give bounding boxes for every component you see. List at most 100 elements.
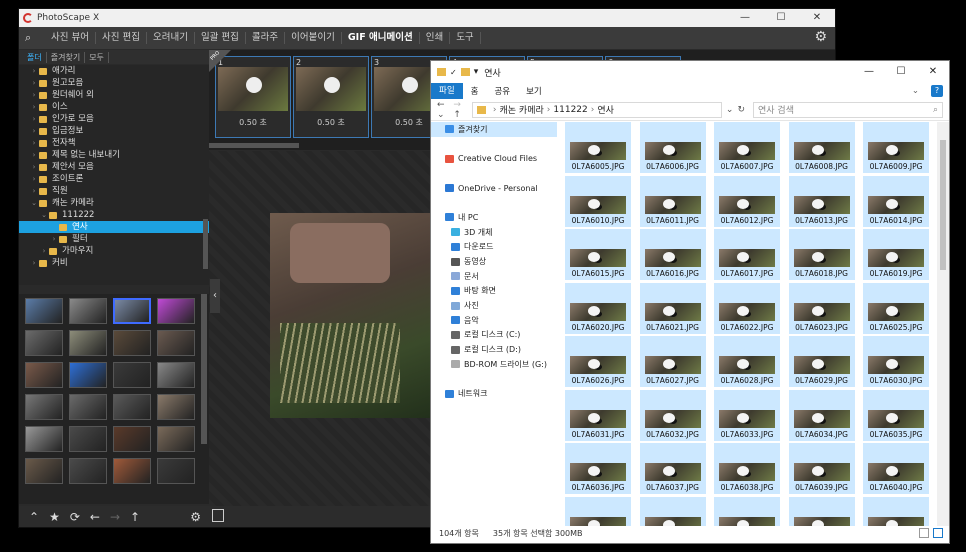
back-arrow-icon[interactable]: ← [90, 510, 100, 524]
nav-item[interactable]: 로컬 디스크 (D:) [431, 342, 557, 357]
breadcrumb-item[interactable]: 캐논 카메라 [500, 103, 544, 116]
file-item[interactable]: 0L7A6034.JPG [788, 389, 855, 441]
nav-item[interactable]: 로컬 디스크 (C:) [431, 328, 557, 343]
file-item[interactable]: 0L7A6035.JPG [863, 389, 929, 441]
collapse-up-icon[interactable]: ⌃ [29, 510, 39, 524]
refresh-icon[interactable]: ⟳ [70, 510, 80, 524]
file-item[interactable] [714, 496, 780, 526]
breadcrumb-chevron-icon[interactable]: › [493, 105, 497, 115]
settings-gear-icon[interactable]: ⚙ [190, 510, 201, 524]
photo-thumbnail[interactable] [69, 394, 107, 420]
menu-item[interactable]: GIF 애니메이션 [342, 32, 420, 44]
photo-thumbnail[interactable] [157, 458, 195, 484]
tree-item[interactable]: › 입금정보 [19, 125, 209, 137]
new-folder-icon[interactable] [460, 68, 470, 76]
nav-item[interactable]: OneDrive - Personal [431, 181, 557, 196]
nav-item[interactable]: BD-ROM 드라이브 (G:) [431, 357, 557, 372]
forward-arrow-icon[interactable]: → [453, 100, 461, 110]
file-item[interactable]: 0L7A6027.JPG [639, 336, 706, 387]
file-item[interactable]: 0L7A6026.JPG [565, 336, 631, 387]
file-grid-scrollbar[interactable] [937, 122, 949, 526]
settings-gear-icon[interactable]: ⚙ [814, 29, 827, 45]
chevron-right-icon[interactable]: › [29, 125, 39, 137]
photo-thumbnail[interactable] [69, 362, 107, 388]
menu-item[interactable]: 사진 편집 [96, 32, 147, 44]
file-item[interactable]: 0L7A6030.JPG [863, 336, 929, 387]
tree-item[interactable]: › 커비 [19, 257, 209, 269]
file-item[interactable]: 0L7A6013.JPG [788, 175, 855, 227]
tab-share[interactable]: 공유 [486, 85, 518, 97]
file-item[interactable]: 0L7A6037.JPG [639, 443, 706, 494]
chevron-right-icon[interactable]: › [29, 77, 39, 89]
tab-home[interactable]: 홈 [463, 85, 487, 97]
chevron-right-icon[interactable]: › [29, 89, 39, 101]
nav-item[interactable]: 동영상 [431, 254, 557, 269]
tree-item[interactable]: › 애가리 [19, 65, 209, 77]
photo-thumbnail[interactable] [113, 330, 151, 356]
file-item[interactable] [639, 496, 706, 526]
nav-item[interactable]: Creative Cloud Files [431, 151, 557, 166]
photo-thumbnail[interactable] [113, 458, 151, 484]
tree-scrollbar[interactable] [203, 219, 208, 269]
file-item[interactable] [565, 496, 631, 526]
file-item[interactable]: 0L7A6010.JPG [565, 175, 631, 227]
file-item[interactable]: 0L7A6025.JPG [863, 282, 929, 334]
tree-item[interactable]: › 전자책 [19, 137, 209, 149]
minimize-button[interactable]: — [727, 9, 763, 27]
tab-all[interactable]: 모두 [85, 51, 109, 63]
close-button[interactable]: ✕ [917, 61, 949, 83]
thumbnail-scrollbar[interactable] [201, 294, 207, 444]
tree-item[interactable]: › 원고모음 [19, 77, 209, 89]
file-item[interactable]: 0L7A6021.JPG [639, 282, 706, 334]
file-item[interactable]: 0L7A6033.JPG [714, 389, 780, 441]
search-input[interactable]: 연사 검색 ⌕ [753, 101, 943, 118]
help-icon[interactable]: ? [931, 85, 943, 97]
photo-thumbnail[interactable] [25, 298, 63, 324]
large-icons-view-icon[interactable] [933, 528, 943, 538]
file-item[interactable]: 0L7A6032.JPG [639, 389, 706, 441]
minimize-button[interactable]: — [853, 61, 885, 83]
photo-thumbnail[interactable] [113, 362, 151, 388]
tree-item[interactable]: › 필터 [19, 233, 209, 245]
tree-item[interactable]: › 직원 [19, 185, 209, 197]
tab-folder[interactable]: 폴더 [23, 51, 47, 63]
refresh-icon[interactable]: ↻ [737, 105, 745, 115]
tree-item[interactable]: › 가마우지 [19, 245, 209, 257]
breadcrumb-item[interactable]: 연사 [597, 103, 614, 116]
file-item[interactable]: 0L7A6029.JPG [788, 336, 855, 387]
photo-thumbnail[interactable] [25, 362, 63, 388]
photo-thumbnail[interactable] [25, 330, 63, 356]
photo-thumbnail[interactable] [157, 394, 195, 420]
chevron-right-icon[interactable]: › [29, 137, 39, 149]
photo-thumbnail[interactable] [69, 330, 107, 356]
quick-access-dropdown-icon[interactable]: ▾ [474, 67, 479, 77]
file-item[interactable]: 0L7A6038.JPG [714, 443, 780, 494]
nav-item[interactable]: 즐겨찾기 [431, 122, 557, 137]
nav-item[interactable]: 문서 [431, 269, 557, 284]
file-item[interactable]: 0L7A6019.JPG [863, 229, 929, 280]
frame-duration[interactable]: 0.50 초 [294, 117, 368, 128]
chevron-right-icon[interactable]: › [29, 113, 39, 125]
photo-thumbnail[interactable] [69, 458, 107, 484]
photo-thumbnail[interactable] [157, 330, 195, 356]
address-dropdown-icon[interactable]: ⌄ [726, 105, 734, 115]
tab-view[interactable]: 보기 [518, 85, 550, 97]
tree-item[interactable]: › 조이트론 [19, 173, 209, 185]
photo-thumbnail[interactable] [113, 394, 151, 420]
tree-item[interactable]: 연사 [19, 221, 209, 233]
menu-item[interactable]: 콜라주 [246, 32, 286, 44]
breadcrumb-chevron-icon[interactable]: › [591, 105, 595, 115]
tree-item[interactable]: › 이스 [19, 101, 209, 113]
maximize-button[interactable]: ☐ [763, 9, 799, 27]
frame-toggle-icon[interactable] [212, 509, 224, 522]
file-item[interactable]: 0L7A6039.JPG [788, 443, 855, 494]
nav-item[interactable]: 내 PC [431, 210, 557, 225]
file-item[interactable]: 0L7A6014.JPG [863, 175, 929, 227]
breadcrumb-item[interactable]: 111222 [553, 105, 587, 115]
chevron-right-icon[interactable]: › [29, 101, 39, 113]
search-icon[interactable]: ⌕ [25, 31, 39, 45]
file-item[interactable]: 0L7A6015.JPG [565, 229, 631, 280]
gif-frame[interactable]: 2 0.50 초 [293, 56, 369, 138]
file-item[interactable]: 0L7A6009.JPG [863, 122, 929, 173]
photo-thumbnail[interactable] [69, 298, 107, 324]
